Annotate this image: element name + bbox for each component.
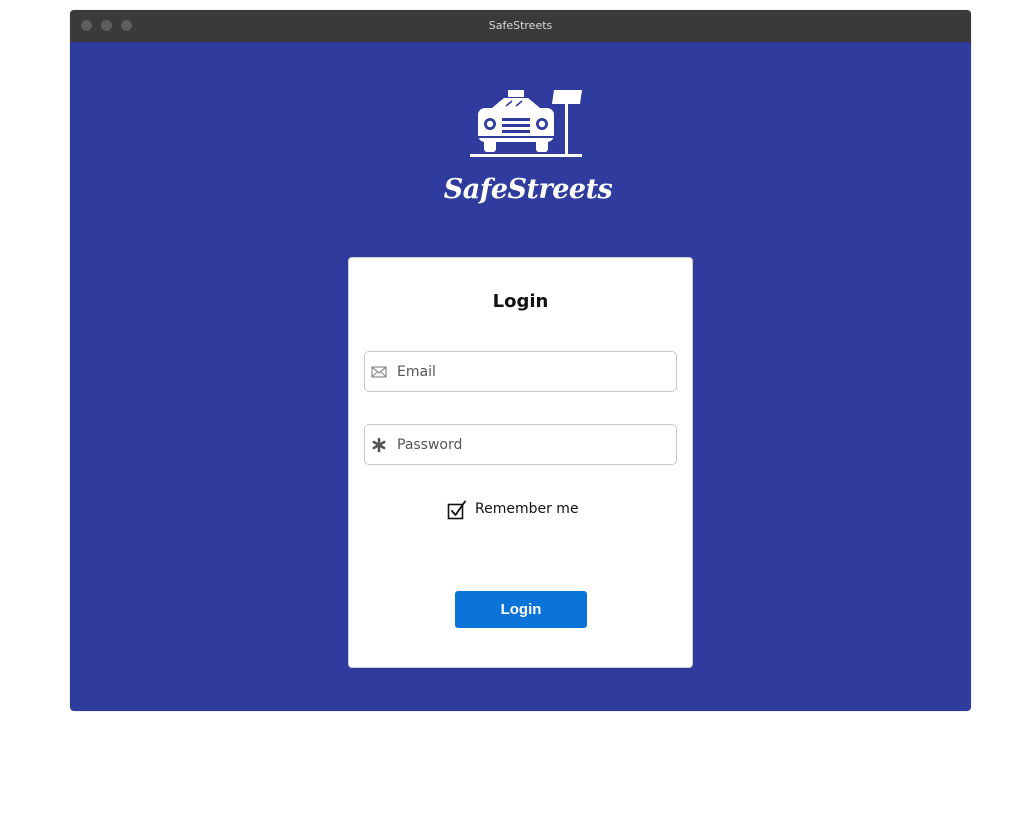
email-input[interactable] [397,352,669,391]
login-screen: SafeStreets Login Email Remember me Logi… [70,42,971,711]
remember-me-row[interactable]: Remember me [447,499,607,521]
app-window: SafeStreets SafeStreets Login Email Reme… [70,10,971,711]
password-field[interactable] [364,424,677,465]
remember-me-checkbox[interactable] [447,500,467,520]
remember-me-label: Remember me [475,501,579,517]
asterisk-icon [370,436,388,454]
envelope-icon [370,363,388,381]
login-title: Login [492,291,549,312]
title-bar: SafeStreets [70,10,971,42]
login-card: Login Email Remember me Login [348,257,693,668]
taxi-street-sign-icon [470,86,586,166]
password-input[interactable] [397,425,669,464]
email-field[interactable] [364,351,677,392]
brand-logo-text: SafeStreets [443,174,613,205]
window-title: SafeStreets [488,19,553,32]
login-button[interactable]: Login [455,591,587,628]
